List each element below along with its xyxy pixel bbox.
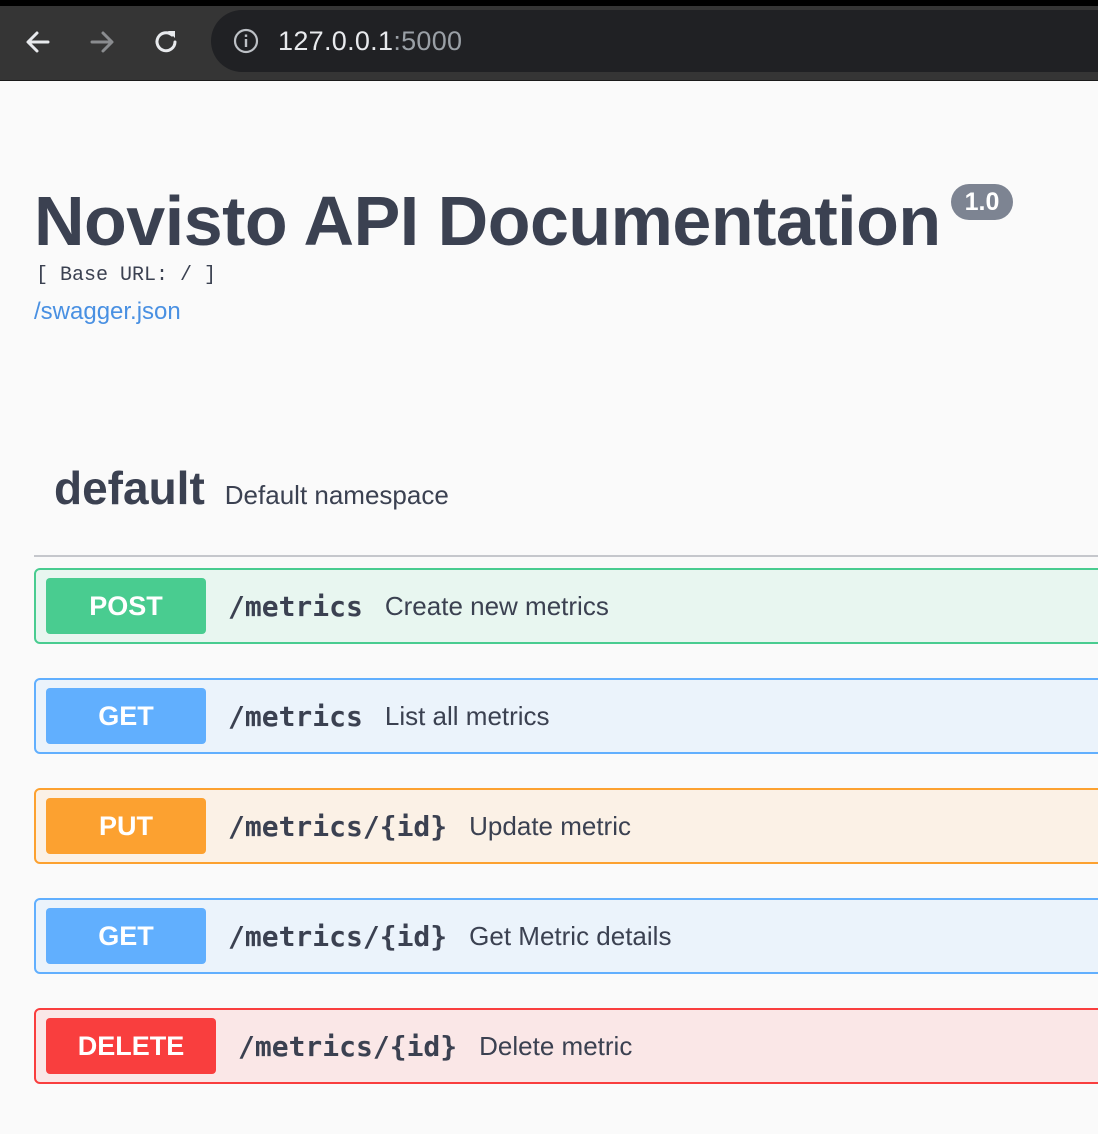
address-bar[interactable]: 127.0.0.1:5000 [211,10,1098,72]
method-badge: POST [46,578,206,634]
reload-icon [155,31,177,53]
browser-toolbar: 127.0.0.1:5000 [0,0,1098,81]
version-badge: 1.0 [950,184,1014,220]
swagger-page: Novisto API Documentation 1.0 [ Base URL… [0,81,1098,1134]
back-button[interactable] [18,22,58,62]
url-text[interactable]: 127.0.0.1:5000 [278,26,462,57]
operation-path: /metrics [228,589,363,623]
window-top-strip [0,0,1098,6]
operation-path: /metrics/{id} [228,809,448,843]
opblock-put-metric[interactable]: PUT /metrics/{id} Update metric [34,788,1098,864]
method-badge: DELETE [46,1018,216,1074]
opblock-get-metrics[interactable]: GET /metrics List all metrics [34,678,1098,754]
tag-description: Default namespace [224,480,449,510]
arrow-left-icon [26,31,50,53]
base-url: [ Base URL: / ] [36,264,217,287]
operation-summary: Create new metrics [384,590,609,621]
opblock-delete-metric[interactable]: DELETE /metrics/{id} Delete metric [34,1008,1098,1084]
opblock-post-metrics[interactable]: POST /metrics Create new metrics [34,568,1098,644]
forward-button[interactable] [82,22,122,62]
method-badge: PUT [46,798,206,854]
operation-path: /metrics [228,699,363,733]
title-row: Novisto API Documentation 1.0 [34,181,1014,261]
arrow-right-icon [90,31,114,53]
reload-button[interactable] [146,22,186,62]
operation-path: /metrics/{id} [238,1029,458,1063]
opblock-get-metric[interactable]: GET /metrics/{id} Get Metric details [34,898,1098,974]
swagger-json-link[interactable]: /swagger.json [34,298,181,326]
operation-summary: List all metrics [384,700,550,731]
method-badge: GET [46,908,206,964]
tag-divider [34,555,1098,557]
url-host: 127.0.0.1 [278,25,394,56]
info-circle-icon[interactable] [233,28,259,54]
url-port: :5000 [393,25,463,56]
method-badge: GET [46,688,206,744]
operation-summary: Update metric [469,810,631,841]
page-title: Novisto API Documentation [34,182,941,260]
operation-path: /metrics/{id} [228,919,448,953]
operation-summary: Delete metric [479,1030,633,1061]
tag-header-default[interactable]: default Default namespace [54,461,449,515]
operation-summary: Get Metric details [469,920,672,951]
tag-name: default [54,462,205,514]
